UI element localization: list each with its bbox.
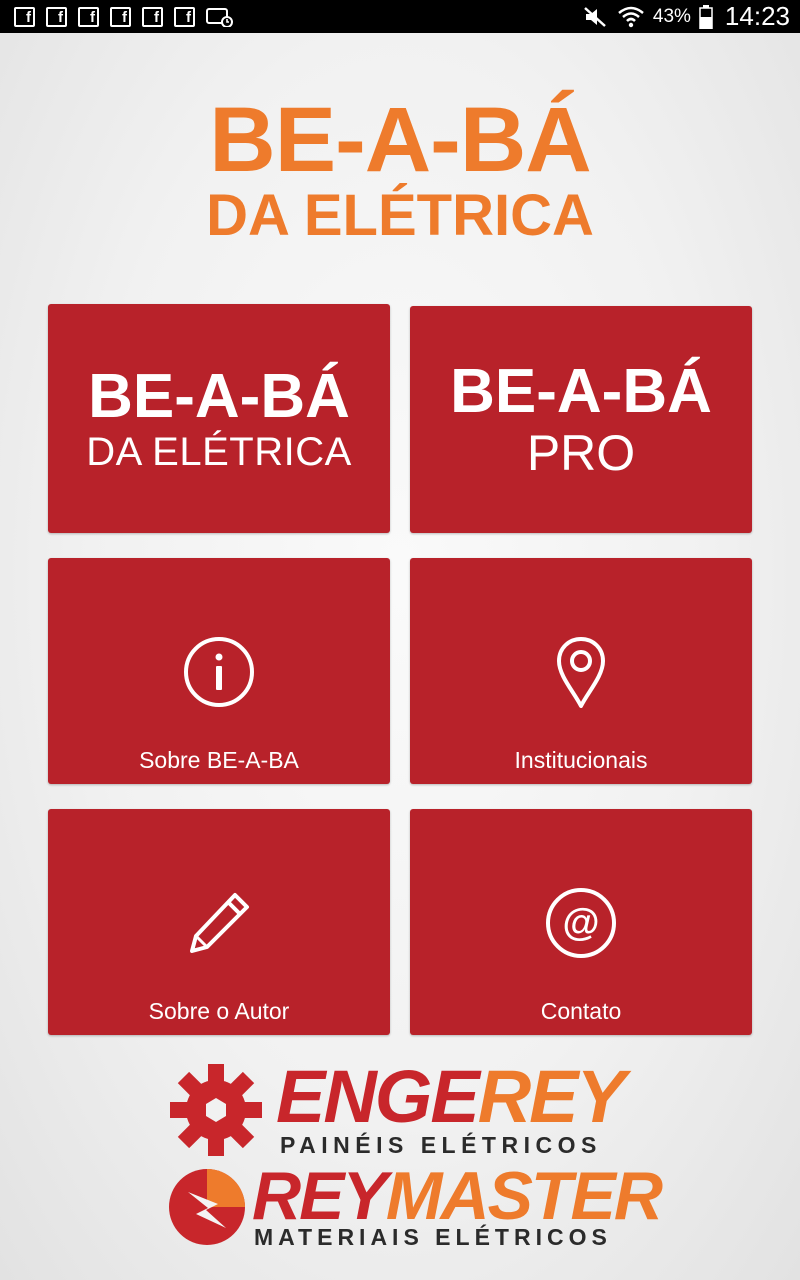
engerey-logo: ENGEREY PAINÉIS ELÉTRICOS	[168, 1060, 638, 1158]
at-icon: @	[546, 888, 616, 958]
beaba-da-eletrica-button[interactable]: BE-A-BÁ DA ELÉTRICA	[48, 304, 390, 533]
institucionais-button[interactable]: Institucionais	[410, 558, 752, 784]
tile-label: Sobre BE-A-BA	[139, 747, 299, 773]
battery-percent: 43%	[652, 5, 691, 27]
facebook-icon: f	[46, 6, 67, 27]
reymaster-tagline: MATERIAIS ELÉTRICOS	[254, 1224, 612, 1250]
engerey-tagline: PAINÉIS ELÉTRICOS	[280, 1132, 602, 1158]
clock: 14:23	[724, 1, 790, 31]
facebook-icon: f	[110, 6, 131, 27]
screen-timer-icon	[206, 7, 233, 27]
tile-label: Contato	[540, 998, 622, 1024]
engerey-wordmark: ENGEREY	[276, 1060, 626, 1134]
facebook-icon: f	[142, 6, 163, 27]
facebook-icon: f	[174, 6, 195, 27]
app-title-line2: DA ELÉTRICA	[206, 183, 594, 248]
pencil-icon	[190, 893, 249, 953]
beaba-pro-button[interactable]: BE-A-BÁ PRO	[410, 306, 752, 533]
tile-title: BE-A-BÁ	[450, 356, 712, 426]
reymaster-emblem-icon	[169, 1169, 245, 1245]
reymaster-wordmark-part2: MASTER	[385, 1158, 663, 1234]
tile-label: Sobre o Autor	[148, 998, 290, 1024]
engerey-wordmark-part2: REY	[477, 1055, 626, 1138]
tile-subtitle: DA ELÉTRICA	[86, 429, 352, 474]
contato-button[interactable]: @ Contato	[410, 809, 752, 1035]
app-title: BE-A-BÁ DA ELÉTRICA	[0, 92, 800, 246]
battery-icon	[699, 4, 713, 29]
notification-icons: f f f f f f	[14, 6, 234, 27]
gear-icon	[170, 1064, 262, 1156]
mute-icon	[584, 6, 606, 27]
facebook-icon: f	[78, 6, 99, 27]
tile-subtitle: PRO	[526, 424, 636, 481]
status-bar: f f f f f f 43% 14:23	[0, 0, 800, 33]
svg-text:@: @	[562, 902, 599, 944]
wifi-icon	[618, 6, 644, 27]
reymaster-wordmark-part1: REY	[252, 1158, 388, 1234]
reymaster-logo: REYMASTER MATERIAIS ELÉTRICOS	[166, 1162, 663, 1254]
facebook-icon: f	[14, 6, 35, 27]
engerey-wordmark-part1: ENGE	[276, 1055, 480, 1138]
sobre-o-autor-button[interactable]: Sobre o Autor	[48, 809, 390, 1035]
sobre-beaba-button[interactable]: Sobre BE-A-BA	[48, 558, 390, 784]
app-title-line1: BE-A-BÁ	[209, 89, 591, 191]
info-icon	[184, 637, 254, 707]
tile-title: BE-A-BÁ	[88, 361, 350, 431]
map-pin-icon	[557, 637, 605, 708]
reymaster-wordmark: REYMASTER	[252, 1162, 663, 1230]
tile-label: Institucionais	[514, 747, 648, 773]
